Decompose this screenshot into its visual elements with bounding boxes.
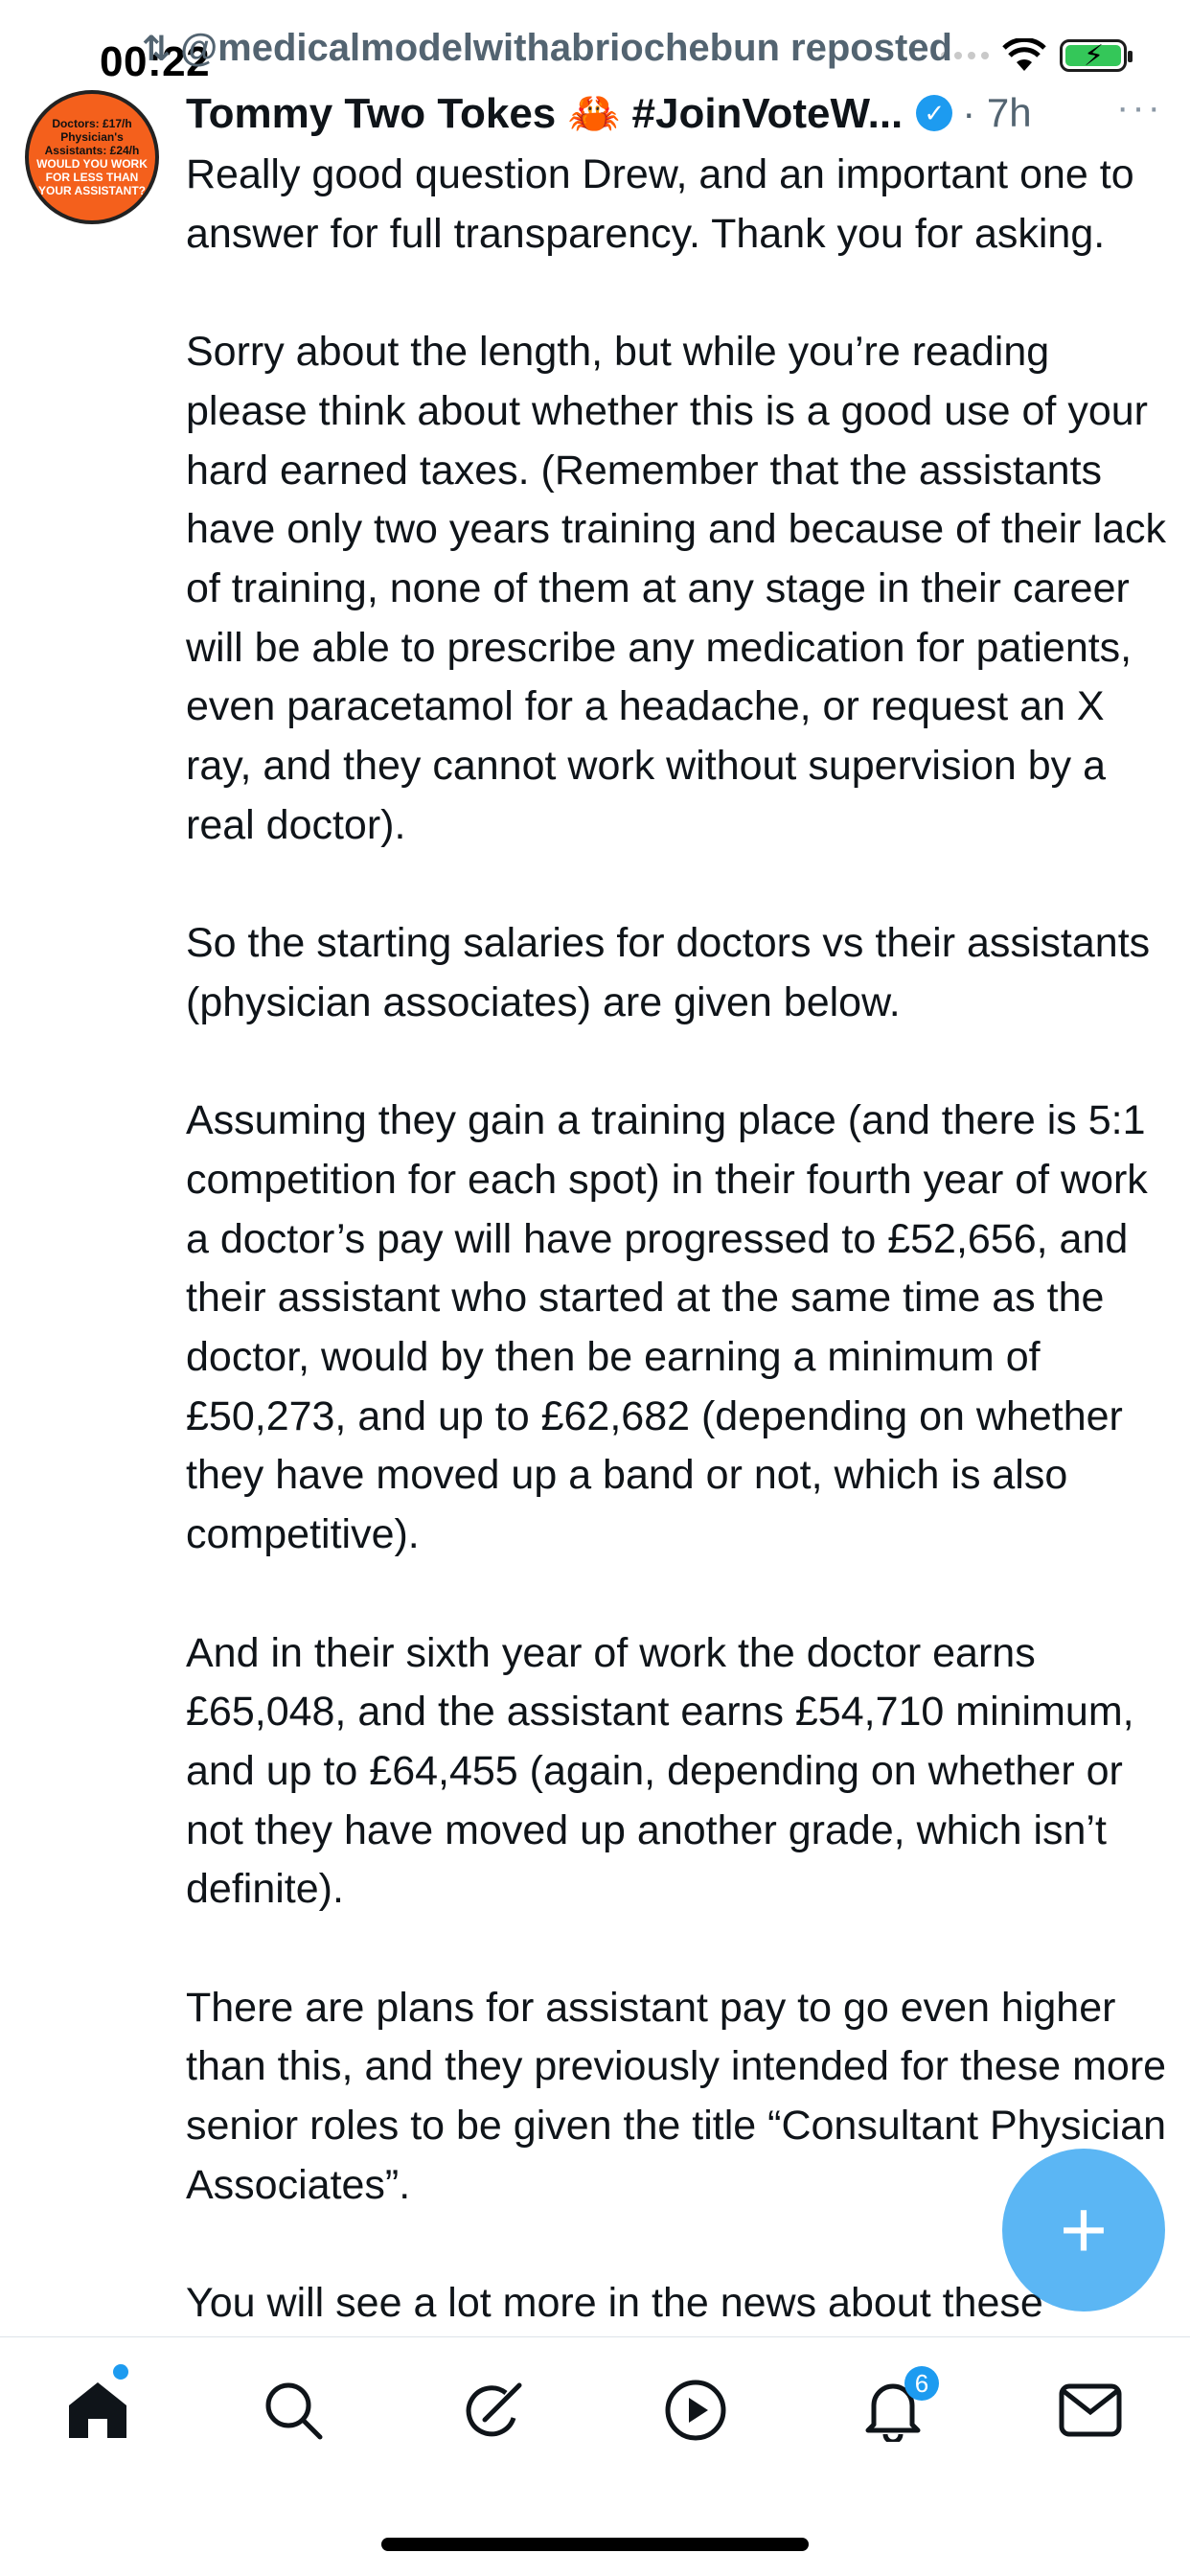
avatar-text-line: WOULD YOU WORK xyxy=(36,157,148,171)
avatar-text-line: Assistants: £24/h xyxy=(44,144,140,157)
battery-charging-icon: ⚡ xyxy=(1060,39,1133,72)
tweet-paragraph: So the starting salaries for doctors vs … xyxy=(186,920,1151,1025)
author-display-name[interactable]: Tommy Two Tokes 🦀 #JoinVoteW... xyxy=(186,88,903,138)
nav-video[interactable] xyxy=(657,2372,734,2449)
tweet-paragraph: Sorry about the length, but while you’re… xyxy=(186,329,1167,848)
avatar-text-line: FOR LESS THAN xyxy=(45,171,139,184)
avatar-text-line: YOUR ASSISTANT? xyxy=(37,184,146,197)
notification-count-badge: 6 xyxy=(904,2366,939,2401)
more-options-icon[interactable]: ··· xyxy=(1116,86,1163,129)
tweet-text[interactable]: Really good question Drew, and an import… xyxy=(186,146,1173,2393)
avatar-text-line: Doctors: £17/h xyxy=(52,117,132,130)
avatar-text-line: Physician's xyxy=(60,130,124,144)
bottom-nav: 6 xyxy=(0,2337,1190,2491)
compose-button[interactable]: + xyxy=(1002,2149,1165,2312)
nav-home[interactable] xyxy=(59,2372,136,2449)
tweet-paragraph: Assuming they gain a training place (and… xyxy=(186,1097,1148,1558)
status-icons: ⚡ xyxy=(941,38,1133,73)
repost-indicator[interactable]: ⇅ @medicalmodelwithabriochebun reposted xyxy=(142,27,952,70)
home-icon xyxy=(69,2382,126,2438)
nav-search[interactable] xyxy=(255,2372,332,2449)
video-icon xyxy=(665,2380,726,2441)
tweet-header: Tommy Two Tokes 🦀 #JoinVoteW... ✓ · 7h ·… xyxy=(186,86,1163,140)
repost-label: @medicalmodelwithabriochebun reposted xyxy=(180,27,952,69)
nav-messages[interactable] xyxy=(1052,2372,1129,2449)
tweet-timestamp[interactable]: · 7h xyxy=(962,90,1031,136)
tweet-paragraph: Really good question Drew, and an import… xyxy=(186,151,1134,257)
grok-icon xyxy=(466,2382,522,2437)
verified-badge-icon: ✓ xyxy=(916,95,953,131)
compose-plus-icon: + xyxy=(1059,2184,1109,2276)
home-indicator[interactable] xyxy=(381,2538,809,2551)
repost-icon: ⇅ xyxy=(142,28,172,68)
tweet-paragraph: And in their sixth year of work the doct… xyxy=(186,1629,1134,1913)
messages-icon xyxy=(1059,2383,1122,2437)
nav-grok[interactable] xyxy=(456,2372,533,2449)
wifi-icon xyxy=(1002,38,1046,71)
search-icon xyxy=(265,2382,323,2440)
avatar[interactable]: Doctors: £17/h Physician's Assistants: £… xyxy=(25,90,159,224)
